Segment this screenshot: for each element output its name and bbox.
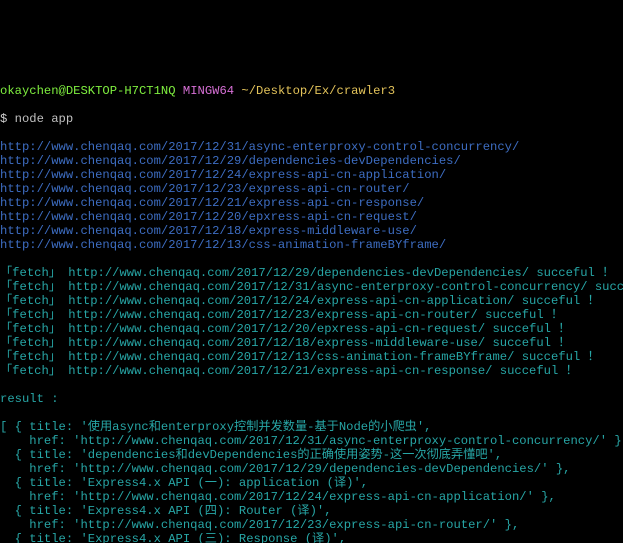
fetch-status-line: 「fetch」 http://www.chenqaq.com/2017/12/2…: [0, 322, 623, 336]
crawled-url: http://www.chenqaq.com/2017/12/24/expres…: [0, 168, 623, 182]
fetch-status-line: 「fetch」 http://www.chenqaq.com/2017/12/2…: [0, 308, 623, 322]
prompt-at: @: [59, 84, 66, 98]
prompt-user: okaychen: [0, 84, 59, 98]
result-title-line: [ { title: '使用async和enterproxy控制并发数量-基于N…: [0, 420, 623, 434]
crawled-url: http://www.chenqaq.com/2017/12/18/expres…: [0, 224, 623, 238]
fetch-status-line: 「fetch」 http://www.chenqaq.com/2017/12/2…: [0, 294, 623, 308]
crawled-url: http://www.chenqaq.com/2017/12/20/epxres…: [0, 210, 623, 224]
crawled-url: http://www.chenqaq.com/2017/12/31/async-…: [0, 140, 623, 154]
fetch-status-line: 「fetch」 http://www.chenqaq.com/2017/12/3…: [0, 280, 623, 294]
result-title-line: { title: 'Express4.x API (一): applicatio…: [0, 476, 623, 490]
command-text: node app: [15, 112, 74, 126]
prompt-line-1: okaychen@DESKTOP-H7CT1NQ MINGW64 ~/Deskt…: [0, 84, 623, 98]
crawled-url: http://www.chenqaq.com/2017/12/13/css-an…: [0, 238, 623, 252]
prompt-host: DESKTOP-H7CT1NQ: [66, 84, 176, 98]
crawled-url: http://www.chenqaq.com/2017/12/23/expres…: [0, 182, 623, 196]
result-title-line: { title: 'Express4.x API (三): Response (…: [0, 532, 623, 543]
result-label: result :: [0, 392, 623, 406]
crawled-url: http://www.chenqaq.com/2017/12/29/depend…: [0, 154, 623, 168]
prompt-line-2: $ node app: [0, 112, 623, 126]
crawled-url: http://www.chenqaq.com/2017/12/21/expres…: [0, 196, 623, 210]
terminal-window[interactable]: okaychen@DESKTOP-H7CT1NQ MINGW64 ~/Deskt…: [0, 70, 623, 543]
prompt-env: MINGW64: [183, 84, 234, 98]
result-title-line: { title: 'dependencies和devDependencies的正…: [0, 448, 623, 462]
result-href-line: href: 'http://www.chenqaq.com/2017/12/23…: [0, 518, 623, 532]
fetch-status-line: 「fetch」 http://www.chenqaq.com/2017/12/1…: [0, 336, 623, 350]
fetch-status-line: 「fetch」 http://www.chenqaq.com/2017/12/2…: [0, 364, 623, 378]
fetch-status-line: 「fetch」 http://www.chenqaq.com/2017/12/1…: [0, 350, 623, 364]
result-href-line: href: 'http://www.chenqaq.com/2017/12/29…: [0, 462, 623, 476]
result-href-line: href: 'http://www.chenqaq.com/2017/12/31…: [0, 434, 623, 448]
result-href-line: href: 'http://www.chenqaq.com/2017/12/24…: [0, 490, 623, 504]
fetch-status-line: 「fetch」 http://www.chenqaq.com/2017/12/2…: [0, 266, 623, 280]
result-title-line: { title: 'Express4.x API (四): Router (译)…: [0, 504, 623, 518]
prompt-path: ~/Desktop/Ex/crawler3: [241, 84, 395, 98]
